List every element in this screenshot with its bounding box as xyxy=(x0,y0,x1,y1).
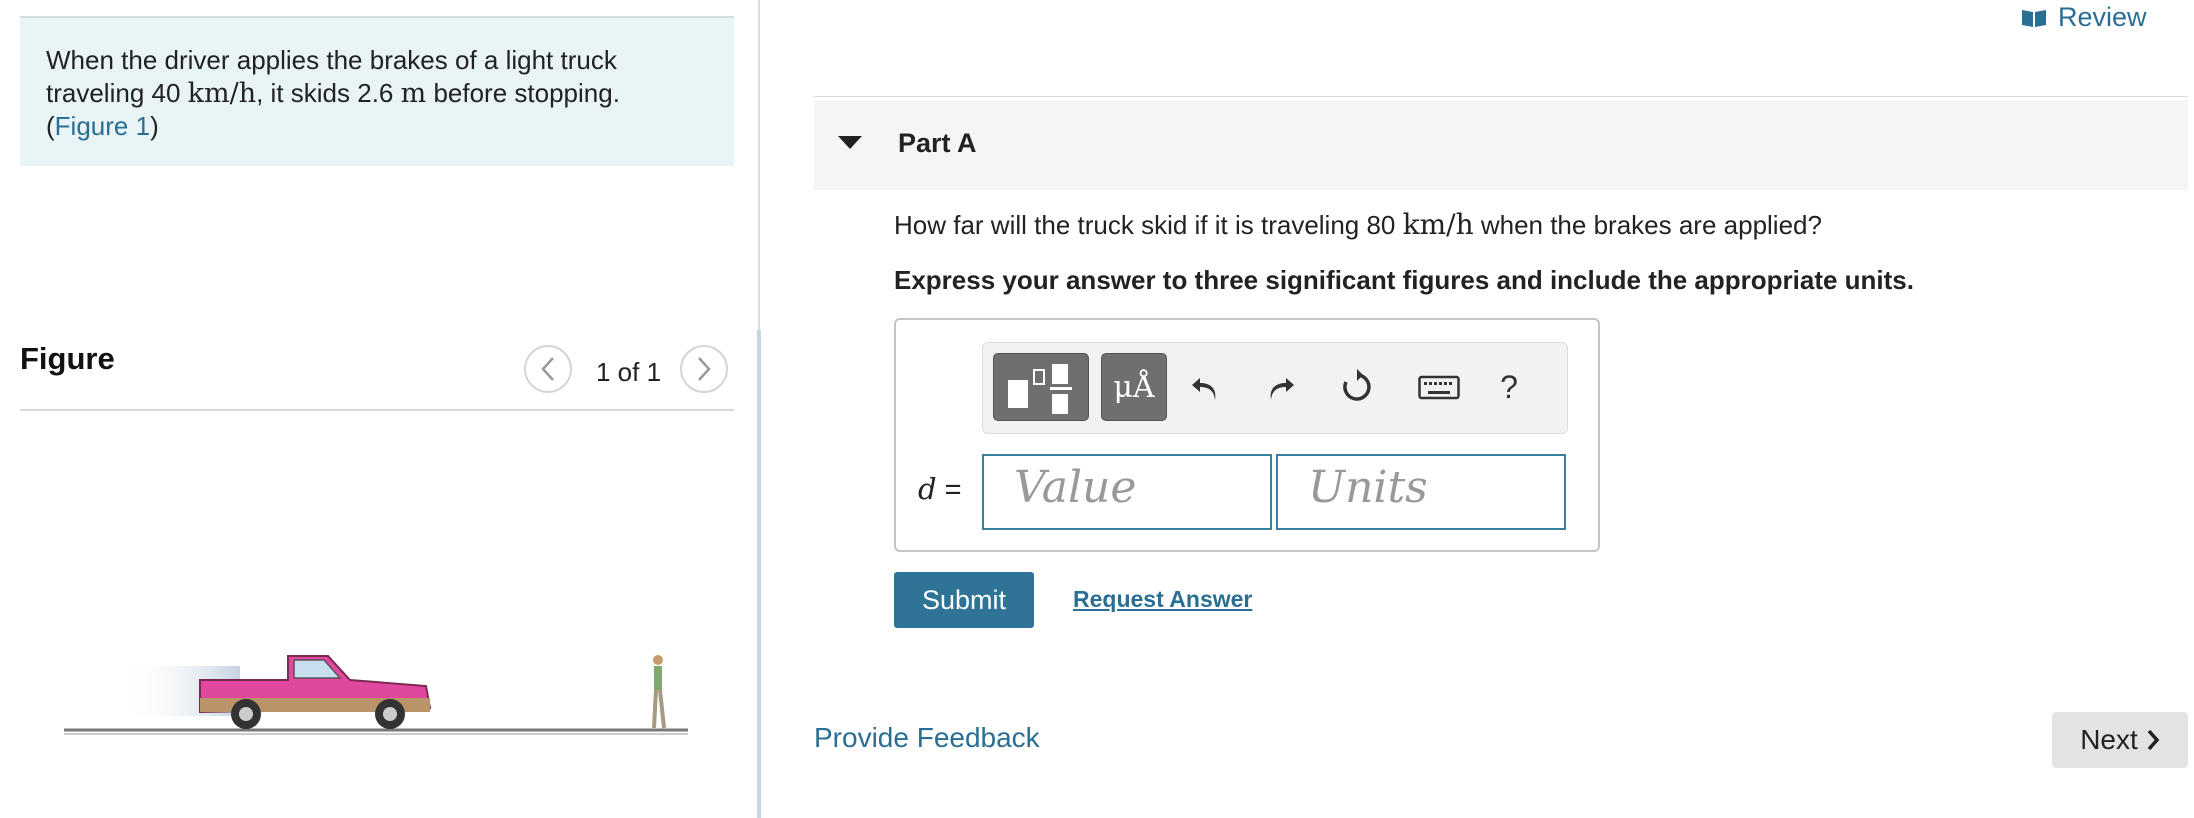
caret-down-icon[interactable] xyxy=(838,136,862,149)
request-answer-link[interactable]: Request Answer xyxy=(1073,586,1252,613)
part-title: Part A xyxy=(898,128,977,158)
chevron-left-icon xyxy=(541,357,554,381)
templates-button[interactable] xyxy=(993,353,1089,421)
problem-distance-unit: m xyxy=(400,78,427,109)
review-link[interactable]: Review xyxy=(2020,2,2147,33)
review-label: Review xyxy=(2058,2,2147,32)
answer-variable-label: d = xyxy=(918,472,962,507)
reset-button[interactable] xyxy=(1331,361,1383,413)
figure-link[interactable]: Figure 1 xyxy=(55,111,150,141)
keyboard-icon xyxy=(1418,375,1460,400)
undo-icon xyxy=(1192,378,1216,400)
math-toolbar: μÅ ? xyxy=(982,342,1568,434)
units-button[interactable]: μÅ xyxy=(1101,353,1167,421)
answer-box: μÅ ? d = Value Units xyxy=(894,318,1600,552)
help-button[interactable]: ? xyxy=(1483,361,1535,413)
problem-statement: When the driver applies the brakes of a … xyxy=(20,16,734,166)
chevron-right-icon xyxy=(698,357,711,381)
redo-icon xyxy=(1270,378,1294,400)
templates-icon xyxy=(1008,364,1072,414)
figure-pager-text: 1 of 1 xyxy=(596,357,662,387)
reset-icon xyxy=(1343,369,1371,401)
book-icon xyxy=(2022,9,2046,27)
problem-text-3: before stopping. xyxy=(426,78,620,108)
truck-figure-image xyxy=(64,655,688,735)
figure-title: Figure xyxy=(20,341,115,376)
figure-link-open: ( xyxy=(46,111,55,141)
provide-feedback-link[interactable]: Provide Feedback xyxy=(814,722,1040,754)
keyboard-button[interactable] xyxy=(1413,361,1465,413)
instruction-text: Express your answer to three significant… xyxy=(894,265,1914,295)
problem-speed-unit: km/h xyxy=(187,78,257,109)
equals-sign: = xyxy=(936,474,962,506)
units-input[interactable]: Units xyxy=(1276,454,1566,530)
left-panel: When the driver applies the brakes of a … xyxy=(0,0,760,818)
figure-prev-button[interactable] xyxy=(524,345,572,393)
panel-splitter-handle[interactable] xyxy=(757,330,761,818)
submit-button[interactable]: Submit xyxy=(894,572,1034,628)
question-unit: km/h xyxy=(1402,208,1474,241)
redo-button[interactable] xyxy=(1255,361,1307,413)
undo-button[interactable] xyxy=(1179,361,1231,413)
next-label: Next xyxy=(2080,724,2138,755)
value-input[interactable]: Value xyxy=(982,454,1272,530)
variable-d: d xyxy=(918,472,937,506)
next-button[interactable]: Next xyxy=(2052,712,2188,768)
figure-next-button[interactable] xyxy=(680,345,728,393)
problem-text-2: , it skids 2.6 xyxy=(256,78,401,108)
question-text-1: How far will the truck skid if it is tra… xyxy=(894,210,1403,240)
part-a-header[interactable] xyxy=(814,100,2188,190)
divider xyxy=(814,96,2188,97)
chevron-right-icon xyxy=(2147,729,2160,751)
question-text-2: when the brakes are applied? xyxy=(1473,210,1822,240)
figure-link-close: ) xyxy=(150,111,159,141)
figure-header: Figure 1 of 1 xyxy=(20,335,734,411)
question-text: How far will the truck skid if it is tra… xyxy=(894,208,1822,241)
